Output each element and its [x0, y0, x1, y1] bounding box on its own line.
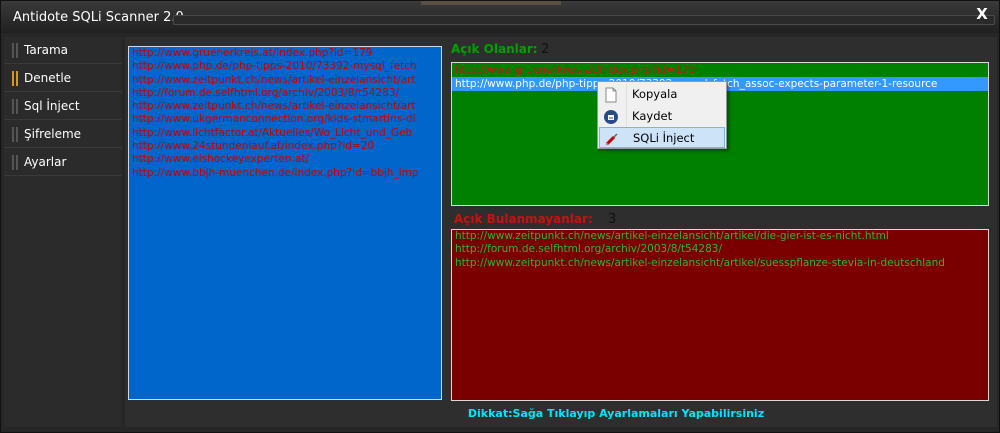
list-item[interactable]: http://www.gruenerkreis.at/index.php?id=…	[129, 47, 441, 60]
list-item[interactable]: http://www.eishockeyexperten.at/	[129, 153, 441, 166]
nav-indicator-icon	[12, 155, 14, 170]
menu-item-label: SQLi İnject	[633, 131, 695, 145]
sidebar-item-label: Sql İnject	[24, 99, 80, 113]
app-window: Antidote SQLi Scanner 2.0 X Tarama Denet…	[0, 0, 1000, 433]
list-item[interactable]: http://forum.de.selfhtml.org/archiv/2003…	[129, 87, 441, 100]
closed-section-label: Açık Bulanmayanlar:	[454, 212, 593, 226]
menu-item-label: Kaydet	[632, 109, 673, 123]
open-count: 2	[541, 42, 550, 57]
sidebar-item-label: Tarama	[24, 43, 69, 57]
list-item[interactable]: http://www.ukgermanconnection.org/kids-s…	[129, 113, 441, 126]
list-item[interactable]: http://www.php.de/php-tipps-2010/73392-m…	[129, 60, 441, 73]
list-item[interactable]: http://www.zeitpunkt.ch/news/artikel-ein…	[452, 230, 988, 243]
hint-label: Dikkat:Sağa Tıklayıp Ayarlamaları Yapabi…	[467, 407, 765, 420]
list-item[interactable]: http://www.24stundenlauf.at/index.php?id…	[129, 140, 441, 153]
title-decoration	[421, 1, 561, 5]
document-icon	[603, 87, 619, 103]
sidebar-item-label: Şifreleme	[24, 127, 82, 141]
nav-indicator-icon	[16, 155, 18, 170]
nav-indicator-icon	[12, 43, 14, 58]
menu-item-label: Kopyala	[632, 87, 678, 101]
sidebar-item-label: Denetle	[24, 71, 72, 85]
sidebar-item-label: Ayarlar	[24, 155, 67, 169]
menu-item-kopyala[interactable]: Kopyala	[599, 84, 725, 105]
sidebar: Tarama Denetle Sql İnject Şifreleme Ayar…	[4, 37, 122, 427]
nav-indicator-icon	[12, 71, 14, 86]
list-item[interactable]: http://forum.de.selfhtml.org/archiv/2003…	[452, 243, 988, 256]
sidebar-item-sql-inject[interactable]: Sql İnject	[4, 93, 122, 120]
nav-indicator-icon	[16, 127, 18, 142]
menu-item-kaydet[interactable]: Kaydet	[599, 106, 725, 127]
list-item[interactable]: http://www.zeitpunkt.ch/news/artikel-ein…	[452, 257, 988, 270]
list-item[interactable]: http://www.zeitpunkt.ch/news/artikel-ein…	[129, 74, 441, 87]
url-list[interactable]: http://www.gruenerkreis.at/index.php?id=…	[128, 46, 442, 400]
sidebar-item-ayarlar[interactable]: Ayarlar	[4, 149, 122, 176]
nav-indicator-icon	[12, 127, 14, 142]
sidebar-item-tarama[interactable]: Tarama	[4, 37, 122, 64]
menu-item-sqli-inject[interactable]: SQLi İnject	[599, 127, 725, 148]
list-item[interactable]: http://www.bbjh-muenchen.de/index.php?id…	[129, 167, 441, 180]
nav-indicator-icon	[16, 99, 18, 114]
title-bar[interactable]: Antidote SQLi Scanner 2.0 X	[1, 1, 999, 33]
closed-list[interactable]: http://www.zeitpunkt.ch/news/artikel-ein…	[451, 229, 989, 401]
nav-indicator-icon	[12, 99, 14, 114]
nav-indicator-icon	[16, 71, 18, 86]
title-groove	[173, 15, 995, 25]
nav-indicator-icon	[16, 43, 18, 58]
list-item[interactable]: http://www.gruenerkreis.at/index.php?id=…	[452, 63, 988, 77]
closed-count: 3	[608, 212, 617, 227]
list-item[interactable]: http://www.zeitpunkt.ch/news/artikel-ein…	[129, 100, 441, 113]
context-menu: Kopyala Kaydet SQLi İnject	[597, 81, 727, 149]
list-item[interactable]: http://www.lichtfactor.at/Aktuelles/Wo_L…	[129, 127, 441, 140]
close-button[interactable]: X	[971, 5, 993, 23]
hint-text: Dikkat:Sağa Tıklayıp Ayarlamaları Yapabi…	[1, 407, 1000, 420]
window-title: Antidote SQLi Scanner 2.0	[13, 10, 184, 25]
save-icon	[603, 109, 619, 125]
sidebar-item-denetle[interactable]: Denetle	[4, 65, 122, 92]
sidebar-item-sifreleme[interactable]: Şifreleme	[4, 121, 122, 148]
open-section-label: Açık Olanlar:	[451, 42, 538, 56]
syringe-icon	[604, 131, 620, 147]
